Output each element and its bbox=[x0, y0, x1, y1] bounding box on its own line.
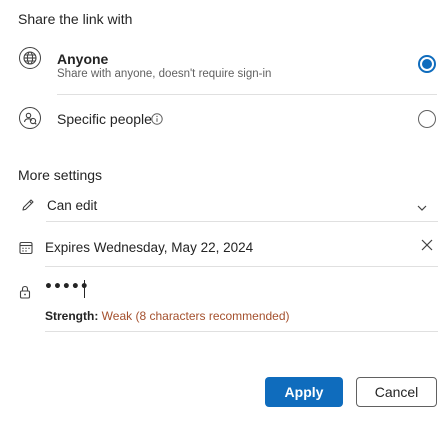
cancel-button[interactable]: Cancel bbox=[356, 377, 437, 407]
divider bbox=[57, 94, 437, 95]
close-icon[interactable] bbox=[420, 238, 434, 257]
divider bbox=[46, 221, 438, 222]
strength-label: Strength: bbox=[45, 309, 99, 323]
calendar-icon bbox=[18, 240, 34, 261]
divider bbox=[45, 331, 438, 332]
more-settings-heading: More settings bbox=[18, 167, 103, 183]
option-anyone-title: Anyone bbox=[57, 51, 109, 67]
text-cursor bbox=[84, 280, 86, 298]
radio-specific-people[interactable] bbox=[418, 110, 436, 128]
password-value: ••••• bbox=[44, 279, 89, 295]
pencil-icon bbox=[20, 197, 36, 218]
option-anyone[interactable]: Anyone Share with anyone, doesn't requir… bbox=[0, 40, 448, 92]
info-icon[interactable] bbox=[151, 112, 163, 130]
option-specific-people[interactable]: Specific people bbox=[0, 100, 448, 140]
expiration-field[interactable]: Expires Wednesday, May 22, 2024 bbox=[0, 233, 448, 261]
password-input[interactable]: ••••• bbox=[44, 278, 438, 302]
password-strength: Strength: Weak (8 characters recommended… bbox=[45, 309, 290, 323]
apply-button[interactable]: Apply bbox=[265, 377, 343, 407]
globe-icon bbox=[19, 47, 41, 69]
permission-value: Can edit bbox=[47, 198, 98, 213]
share-heading: Share the link with bbox=[18, 11, 133, 27]
people-icon bbox=[19, 107, 41, 129]
strength-value: Weak (8 characters recommended) bbox=[101, 309, 290, 323]
lock-icon bbox=[17, 284, 33, 305]
chevron-down-icon[interactable] bbox=[416, 200, 428, 218]
permission-dropdown[interactable]: Can edit bbox=[0, 193, 448, 219]
divider bbox=[45, 266, 438, 267]
option-anyone-subtitle: Share with anyone, doesn't require sign-… bbox=[57, 68, 272, 80]
expiration-value: Expires Wednesday, May 22, 2024 bbox=[45, 240, 254, 255]
option-specific-people-title: Specific people bbox=[57, 111, 152, 127]
radio-anyone[interactable] bbox=[418, 55, 436, 73]
